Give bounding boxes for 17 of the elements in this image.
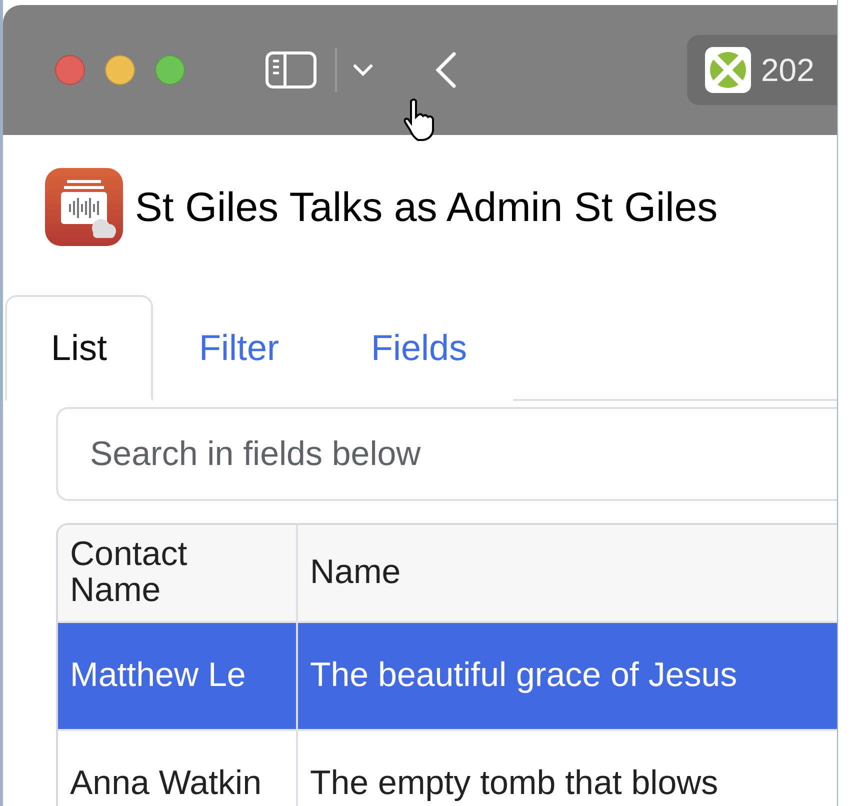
app-logo-icon bbox=[705, 47, 751, 93]
table-cell: Anna Watkin bbox=[58, 731, 298, 806]
table-cell: Matthew Le bbox=[58, 623, 298, 729]
search-field[interactable]: Search in fields below bbox=[56, 407, 837, 501]
chevron-down-icon[interactable] bbox=[353, 64, 373, 76]
window-control-button[interactable] bbox=[105, 55, 135, 85]
sidebar-icon[interactable] bbox=[265, 51, 317, 89]
tab[interactable]: List bbox=[5, 295, 154, 401]
table-row[interactable]: Matthew Le The beautiful grace of Jesus bbox=[58, 623, 837, 731]
table-cell-text: The beautiful grace of Jesus bbox=[309, 655, 738, 696]
column-header: Name bbox=[309, 552, 402, 594]
app-title: St Giles Talks as Admin St Giles bbox=[135, 184, 718, 230]
app-icon bbox=[45, 168, 123, 246]
back-icon[interactable] bbox=[435, 52, 457, 88]
column-header: Contact Name bbox=[58, 525, 298, 621]
table-cell-text: The empty tomb that blows bbox=[309, 763, 720, 804]
tab-title: 202 bbox=[761, 52, 814, 88]
